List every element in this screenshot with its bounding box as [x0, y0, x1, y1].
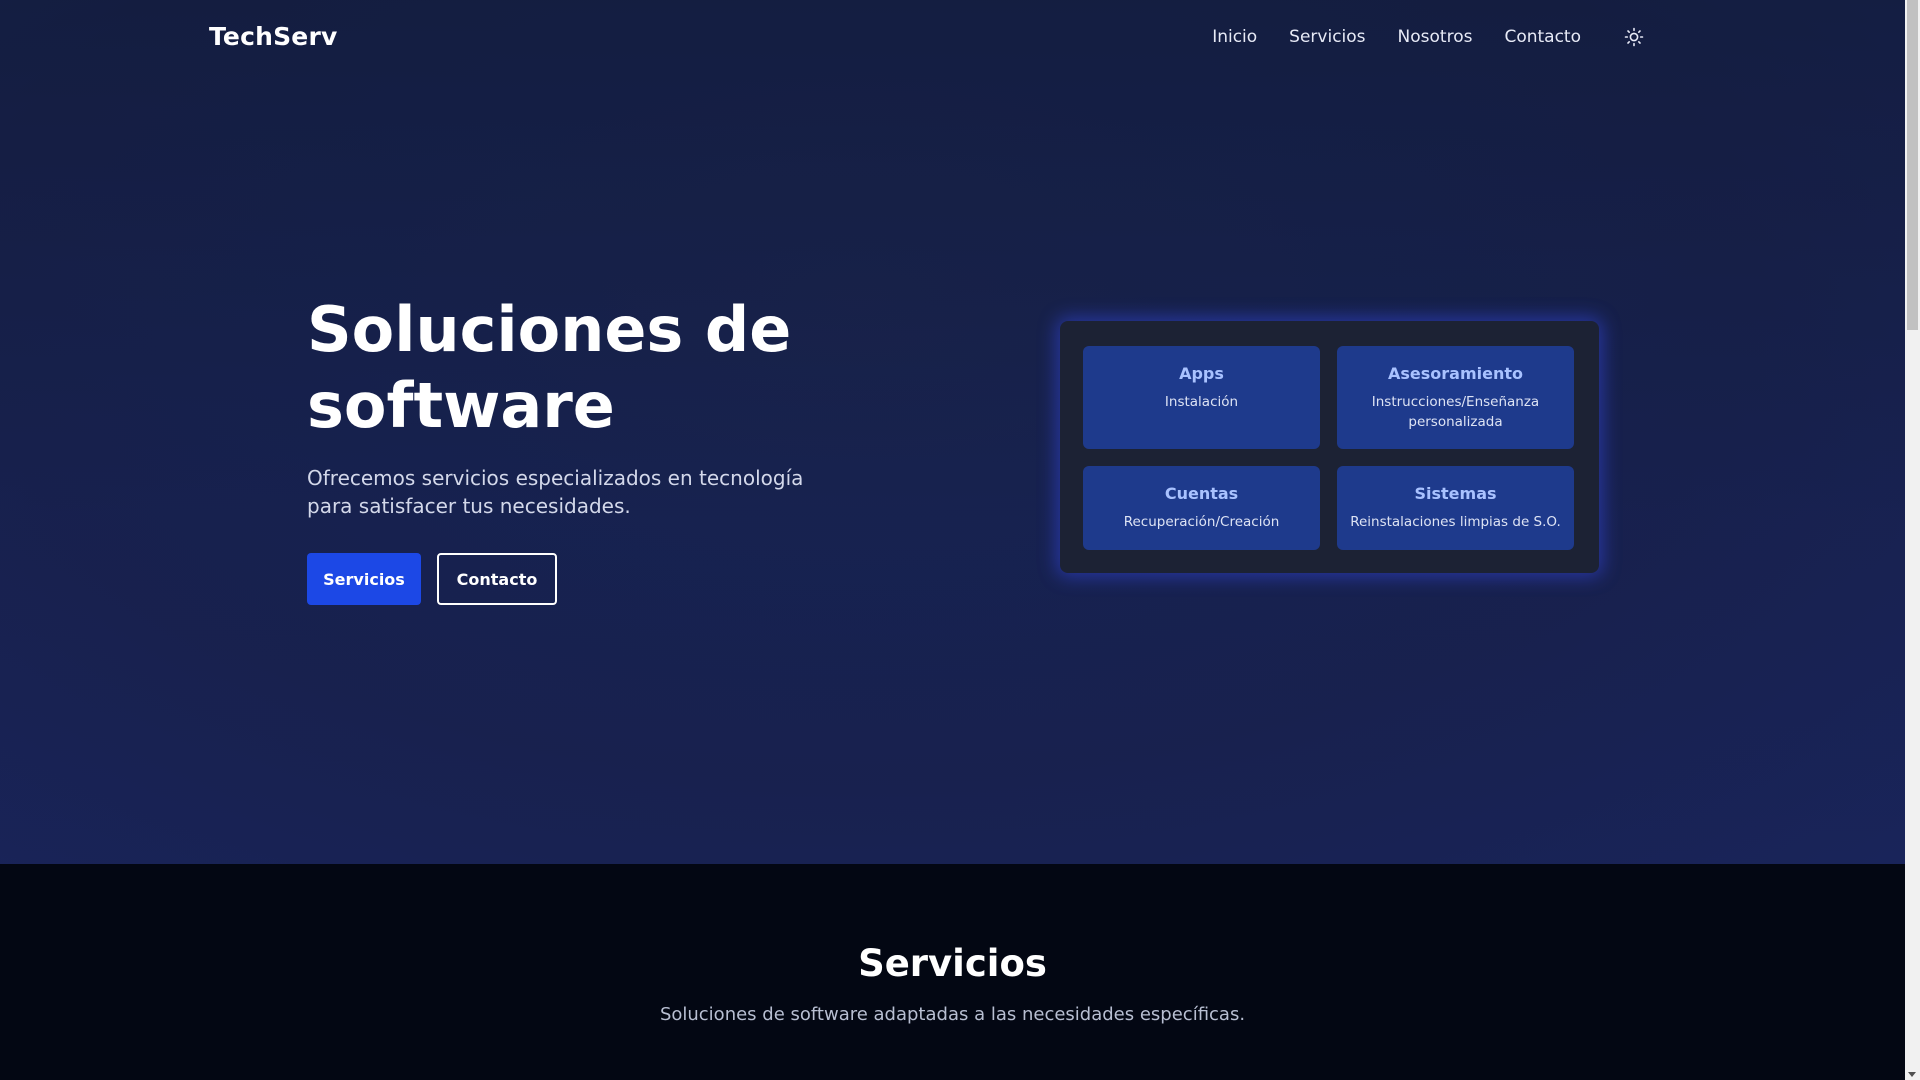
- card-title: Asesoramiento: [1388, 364, 1523, 383]
- hero-subtitle: Ofrecemos servicios especializados en te…: [307, 466, 804, 518]
- hero-title: Soluciones de software: [307, 293, 792, 442]
- services-section: Servicios Soluciones de software adaptad…: [0, 864, 1905, 1080]
- card-apps[interactable]: Apps Instalación: [1083, 346, 1320, 449]
- scrollbar-thumb[interactable]: [1907, 0, 1918, 330]
- vertical-scrollbar[interactable]: [1905, 0, 1920, 1080]
- sun-icon: [1624, 27, 1644, 47]
- services-title: Servicios: [858, 942, 1047, 985]
- card-description: Instalación: [1164, 394, 1239, 410]
- main-nav: Inicio Servicios Nosotros Contacto: [1212, 26, 1645, 48]
- services-card-panel: Apps Instalación Asesoramiento Instrucci…: [1060, 321, 1599, 573]
- card-description: Instrucciones/Enseñanza personalizada: [1371, 394, 1540, 430]
- brand-logo[interactable]: TechServ: [209, 22, 338, 51]
- nav-item-nosotros[interactable]: Nosotros: [1398, 27, 1473, 47]
- card-sistemas[interactable]: Sistemas Reinstalaciones limpias de S.O.: [1337, 466, 1574, 550]
- page: TechServ Inicio Servicios Nosotros Conta…: [0, 0, 1920, 1080]
- card-asesoramiento[interactable]: Asesoramiento Instrucciones/Enseñanza pe…: [1337, 346, 1574, 449]
- card-description: Recuperación/Creación: [1123, 514, 1280, 530]
- scroll-down-arrow-icon[interactable]: [1908, 1072, 1916, 1077]
- card-description: Reinstalaciones limpias de S.O.: [1350, 514, 1561, 530]
- card-title: Apps: [1179, 364, 1224, 383]
- hero-section: TechServ Inicio Servicios Nosotros Conta…: [0, 0, 1905, 864]
- nav-item-servicios[interactable]: Servicios: [1289, 27, 1365, 47]
- nav-item-inicio[interactable]: Inicio: [1212, 27, 1257, 47]
- card-title: Cuentas: [1164, 484, 1239, 503]
- contact-button[interactable]: Contacto: [437, 553, 557, 605]
- card-title: Sistemas: [1414, 484, 1497, 503]
- services-subtitle: Soluciones de software adaptadas a las n…: [659, 1004, 1246, 1025]
- card-cuentas[interactable]: Cuentas Recuperación/Creación: [1083, 466, 1320, 550]
- theme-toggle-button[interactable]: [1623, 26, 1645, 48]
- nav-item-contacto[interactable]: Contacto: [1504, 27, 1581, 47]
- services-button[interactable]: Servicios: [307, 553, 421, 605]
